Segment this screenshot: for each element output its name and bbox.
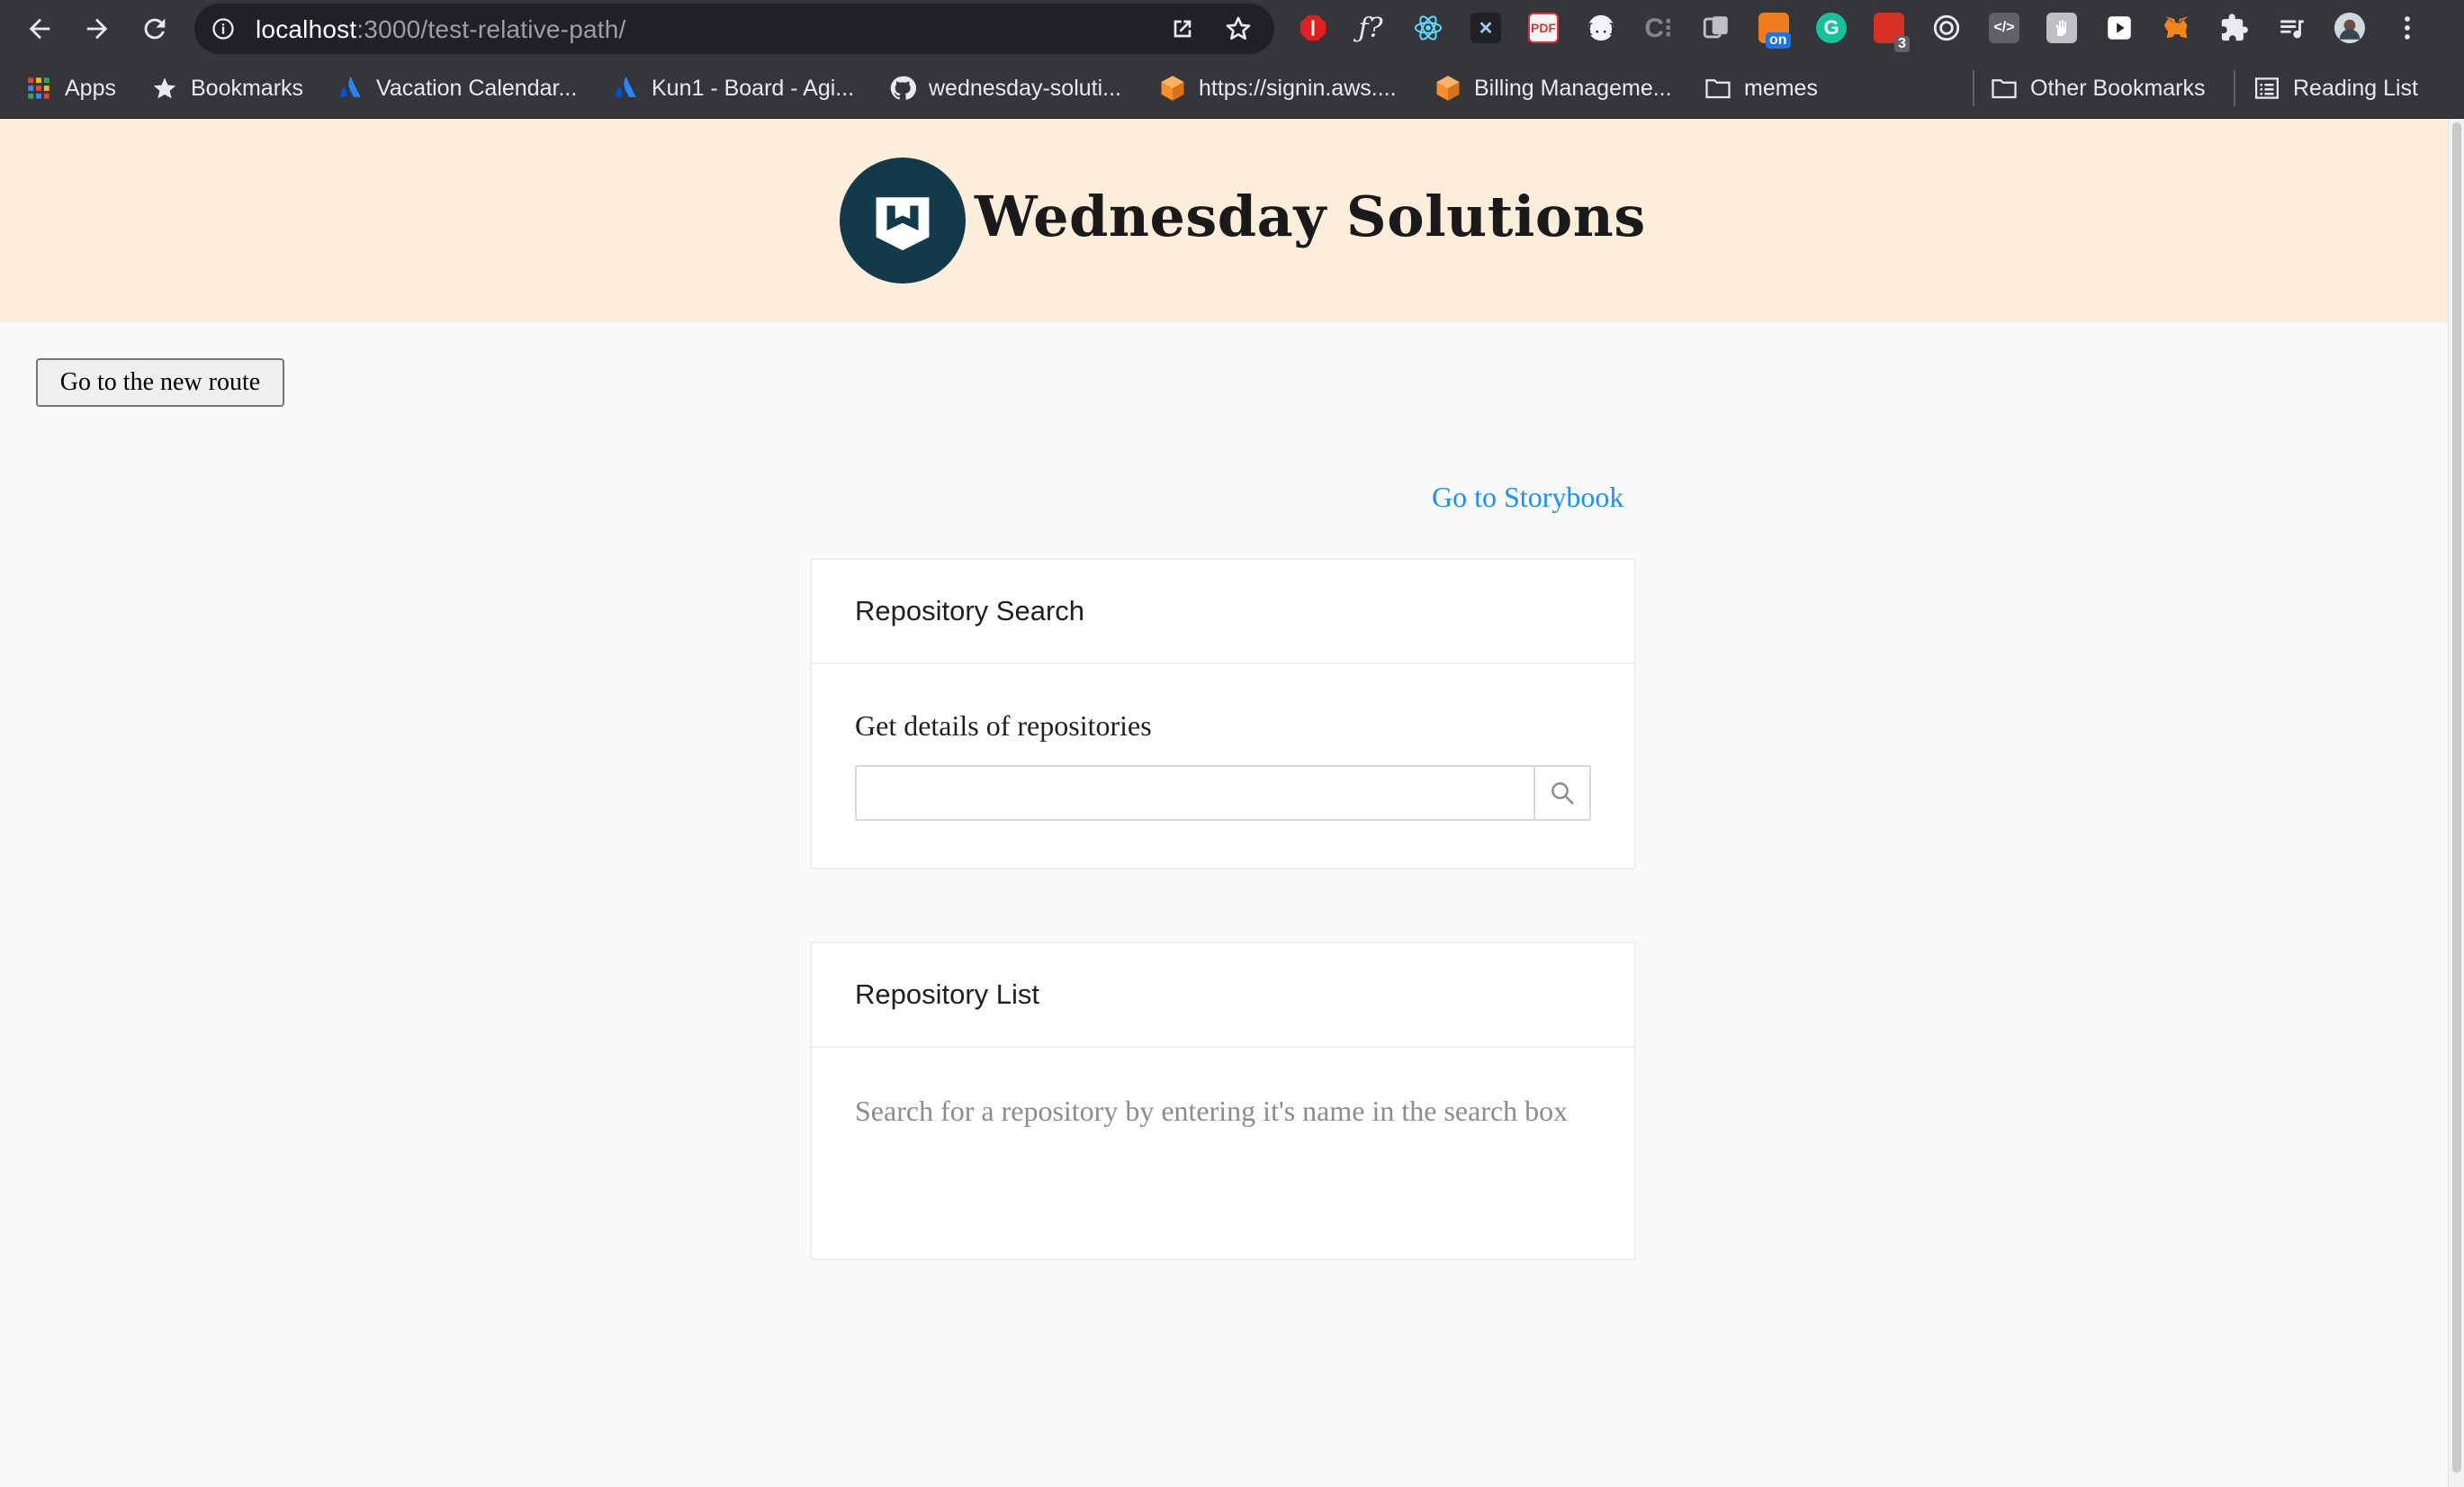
- bookmark-apps[interactable]: Apps: [25, 70, 116, 106]
- on-extension-icon[interactable]: on: [1758, 13, 1791, 49]
- chrome-menu-icon[interactable]: [2392, 13, 2423, 43]
- repository-search-title: Repository Search: [812, 560, 1634, 664]
- extensions-puzzle-icon[interactable]: [2219, 13, 2250, 43]
- metamask-fox-icon[interactable]: [2162, 13, 2192, 43]
- repository-search-input[interactable]: [855, 765, 1535, 821]
- site-info-icon[interactable]: [211, 16, 236, 41]
- x-extension-icon[interactable]: ✕: [1470, 13, 1501, 43]
- copy-extension-icon[interactable]: [1701, 13, 1731, 43]
- brand-title: Wednesday Solutions: [975, 184, 1646, 249]
- c-extension-icon[interactable]: C⁝: [1643, 13, 1674, 43]
- back-arrow-icon: [29, 18, 50, 40]
- go-to-new-route-button[interactable]: Go to the new route: [36, 358, 284, 407]
- font-extension-icon[interactable]: ƒ?: [1355, 13, 1386, 44]
- empty-list-hint: Search for a repository by entering it's…: [855, 1095, 1569, 1127]
- reload-icon: [144, 18, 166, 40]
- aws-cube-icon: [1159, 75, 1186, 102]
- apps-grid-icon: [25, 75, 52, 102]
- grammarly-icon[interactable]: G: [1816, 13, 1847, 43]
- page-viewport: Wednesday Solutions Go to the new route …: [0, 119, 2448, 1487]
- repository-list-title: Repository List: [812, 943, 1634, 1048]
- reload-button[interactable]: [133, 7, 176, 50]
- bookmarks-divider: [1973, 70, 1974, 106]
- aws-cube-icon: [1434, 75, 1461, 102]
- reading-list-icon: [2253, 75, 2280, 102]
- bookmark-billing-management[interactable]: Billing Manageme...: [1434, 70, 1672, 106]
- hand-extension-icon[interactable]: [2046, 13, 2077, 43]
- play-extension-icon[interactable]: [2104, 13, 2135, 43]
- bookmark-aws-signin[interactable]: https://signin.aws....: [1159, 70, 1397, 106]
- repository-search-card: Repository Search Get details of reposit…: [810, 558, 1636, 870]
- react-devtools-icon[interactable]: [1413, 13, 1443, 43]
- site-header: Wednesday Solutions: [0, 119, 2448, 322]
- bookmark-star-icon[interactable]: [1224, 14, 1253, 43]
- code-extension-icon[interactable]: </>: [1989, 13, 2019, 43]
- atlassian-icon: [337, 75, 364, 102]
- adblock-extension-icon[interactable]: [1298, 13, 1328, 43]
- bookmark-vacation-calendar[interactable]: Vacation Calendar...: [337, 70, 577, 106]
- bookmark-bookmarks[interactable]: Bookmarks: [151, 70, 303, 106]
- svg-text:{..}: {..}: [1586, 23, 1616, 37]
- scrollbar-thumb[interactable]: [2452, 122, 2461, 1473]
- json-extension-icon[interactable]: {..}: [1586, 13, 1616, 43]
- bookmark-other-bookmarks[interactable]: Other Bookmarks: [1991, 70, 2206, 106]
- search-label: Get details of repositories: [855, 709, 1152, 742]
- notification-extension-icon[interactable]: 3: [1874, 13, 1910, 52]
- profile-avatar[interactable]: [2334, 13, 2365, 43]
- bookmarks-divider: [2234, 70, 2235, 106]
- bookmark-kun1-board[interactable]: Kun1 - Board - Agi...: [612, 70, 854, 106]
- url-text: localhost:3000/test-relative-path/: [256, 15, 626, 43]
- search-icon: [1551, 782, 1574, 805]
- back-button[interactable]: [18, 7, 61, 50]
- bookmark-reading-list[interactable]: Reading List: [2253, 70, 2418, 106]
- media-queue-icon[interactable]: [2277, 13, 2307, 43]
- open-in-new-icon[interactable]: [1168, 14, 1197, 43]
- address-bar[interactable]: localhost:3000/test-relative-path/: [194, 4, 1274, 54]
- star-icon: [151, 75, 178, 102]
- folder-icon: [1991, 75, 2018, 102]
- page-scrollbar[interactable]: [2448, 119, 2464, 1487]
- forward-button[interactable]: [76, 7, 119, 50]
- search-button[interactable]: [1533, 765, 1591, 821]
- atlassian-icon: [612, 75, 639, 102]
- bookmarks-bar: Apps Bookmarks Vacation Calendar... Kun1…: [0, 58, 2464, 119]
- wednesday-logo-icon: [840, 158, 966, 284]
- repository-list-card: Repository List Search for a repository …: [810, 942, 1636, 1260]
- target-extension-icon[interactable]: [1931, 13, 1962, 43]
- github-icon: [889, 75, 916, 102]
- folder-icon: [1704, 75, 1731, 102]
- browser-toolbar: localhost:3000/test-relative-path/ ƒ? ✕ …: [0, 0, 2464, 58]
- bookmark-wednesday-github[interactable]: wednesday-soluti...: [889, 70, 1121, 106]
- forward-arrow-icon: [86, 18, 108, 40]
- bookmark-folder-memes[interactable]: memes: [1704, 70, 1818, 106]
- pdf-extension-icon[interactable]: PDF: [1528, 13, 1559, 43]
- go-to-storybook-link[interactable]: Go to Storybook: [1432, 481, 1623, 514]
